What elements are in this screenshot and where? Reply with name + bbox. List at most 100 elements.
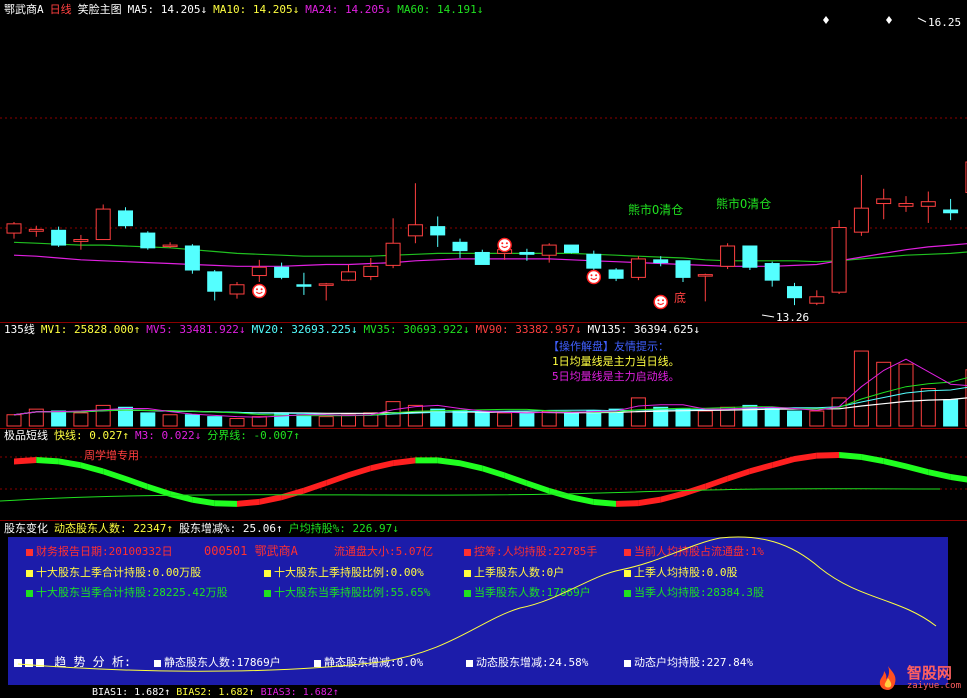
short-band-segment	[794, 452, 817, 463]
volume-bar	[497, 412, 513, 427]
watermark: 智股网 zaiyue.com	[876, 665, 961, 694]
short-band-segment	[125, 475, 148, 490]
candle-body	[697, 274, 713, 277]
candle-body	[764, 263, 780, 281]
volume-bar	[697, 410, 713, 427]
diamond-icon	[886, 16, 892, 24]
volume-bar	[541, 410, 557, 427]
short-band-segment	[237, 498, 260, 507]
candle-body	[162, 244, 178, 248]
tip-line-2: 5日均量线是主力启动线。	[552, 370, 680, 383]
avg-hold-ratio: 当前人均持股占流通盘:1%	[624, 545, 764, 558]
holder-info-box: 财务报告日期:20100332日 000501 鄂武商A 流通盘大小:5.07亿…	[8, 537, 948, 685]
volume-bar	[519, 412, 535, 427]
smiley-icon	[586, 269, 602, 285]
short-band-segment	[571, 494, 594, 505]
short-line-panel[interactable]: 极品短线 快线: 0.027↑ M3: 0.022↓ 分界线: -0.007↑ 周学增…	[0, 429, 967, 521]
avg-holding: 户均持股%: 226.97↓	[288, 522, 399, 535]
volume-bar	[853, 350, 869, 427]
candle-body	[363, 265, 379, 277]
candle-body	[876, 198, 892, 205]
low-pointer-icon	[761, 314, 775, 318]
this-q-avg: 当季人均持股:28384.3股	[624, 586, 764, 599]
candle-body	[296, 284, 312, 287]
candle-body	[95, 208, 111, 241]
this-q-top10-ratio: 十大股东当季持股比例:55.65%	[264, 586, 430, 599]
candle-body	[831, 227, 847, 293]
volume-bar	[95, 404, 111, 427]
short-band-segment	[281, 487, 304, 501]
candle-body	[430, 226, 446, 236]
candle-body	[140, 232, 156, 249]
candle-body	[898, 203, 914, 207]
volume-bar	[898, 363, 914, 427]
volume-bar	[318, 416, 334, 427]
last-q-holders: 上季股东人数:0户	[464, 566, 564, 579]
volume-bar	[452, 410, 468, 427]
short-band-segment	[214, 500, 237, 507]
short-band-segment	[705, 475, 728, 490]
volume-bar	[140, 412, 156, 427]
candle-body	[407, 224, 423, 237]
short-band-segment	[749, 462, 773, 475]
chip-control: 控筹:人均持股:22785手	[464, 545, 597, 558]
last-q-top10-ratio: 十大股东上季持股比例:0.00%	[264, 566, 424, 579]
volume-bar	[184, 414, 200, 427]
volume-bar	[296, 414, 312, 427]
short-band-segment	[415, 457, 438, 464]
volume-bar	[943, 399, 959, 427]
short-band-segment	[437, 457, 460, 467]
short-band-segment	[170, 491, 193, 503]
diamond-icon	[823, 16, 829, 24]
short-band-segment	[928, 469, 951, 481]
candle-body	[6, 223, 22, 234]
bias2-value: BIAS2: 1.682↑	[176, 687, 255, 698]
short-band-segment	[192, 496, 215, 507]
price-chart[interactable]	[0, 0, 967, 323]
report-date: 财务报告日期:20100332日	[26, 545, 173, 558]
candle-body	[28, 228, 44, 232]
price-panel[interactable]: 鄂武商A 日线 笑脸主图 MA5: 14.205↓ MA10: 14.205↓ MA24:…	[0, 0, 967, 324]
static-holder-change: 静态股东增减:0.0%	[314, 656, 423, 669]
short-band-segment	[727, 468, 750, 482]
tip-line-1: 1日均量线是主力当日线。	[552, 355, 680, 368]
candle-body	[274, 266, 290, 278]
volume-panel[interactable]: 135线 MV1: 25828.000↑ MV5: 33481.922↓ MV20: …	[0, 323, 967, 429]
candle-body	[51, 229, 67, 246]
stock-code-name: 000501 鄂武商A	[204, 544, 298, 558]
holder-title[interactable]: 股东变化	[4, 522, 48, 535]
candle-body	[853, 207, 869, 233]
volume-bar	[229, 418, 245, 427]
short-band-segment	[526, 480, 550, 494]
dyn-holder-count: 动态股东人数: 22347↑	[54, 522, 173, 535]
volume-bar	[407, 404, 423, 427]
candle-body	[229, 284, 245, 295]
short-line-chart[interactable]	[0, 429, 967, 521]
candle-body	[608, 269, 624, 279]
candle-body	[943, 209, 959, 214]
volume-bar	[564, 412, 579, 427]
volume-chart[interactable]	[0, 323, 967, 429]
candle-body	[385, 242, 401, 266]
bias-header: BIAS1: 1.682↑ BIAS2: 1.682↑ BIAS3: 1.682↑	[92, 688, 345, 698]
divide-line	[0, 488, 941, 502]
candle-body	[787, 286, 802, 299]
short-band-segment	[950, 474, 967, 483]
short-band-segment	[58, 458, 81, 469]
author-tag: 周学增专用	[84, 449, 139, 462]
bear-signal-label: 熊市O清仓	[628, 203, 684, 217]
bottom-signal-label: 底	[674, 291, 687, 305]
volume-bar	[51, 410, 67, 427]
volume-bar	[764, 408, 780, 427]
short-band-segment	[906, 463, 929, 476]
candle-body	[184, 245, 200, 271]
tip-title: 【操作解盘】友情提示：	[548, 340, 669, 353]
candle-body	[474, 251, 490, 265]
smiley-icon	[653, 294, 668, 310]
candle-body	[318, 283, 334, 286]
holder-change: 股东增减%: 25.06↑	[178, 522, 283, 535]
candle-body	[653, 259, 669, 264]
short-band-segment	[259, 494, 282, 505]
short-band-segment	[303, 479, 327, 494]
short-band-segment	[103, 468, 126, 482]
